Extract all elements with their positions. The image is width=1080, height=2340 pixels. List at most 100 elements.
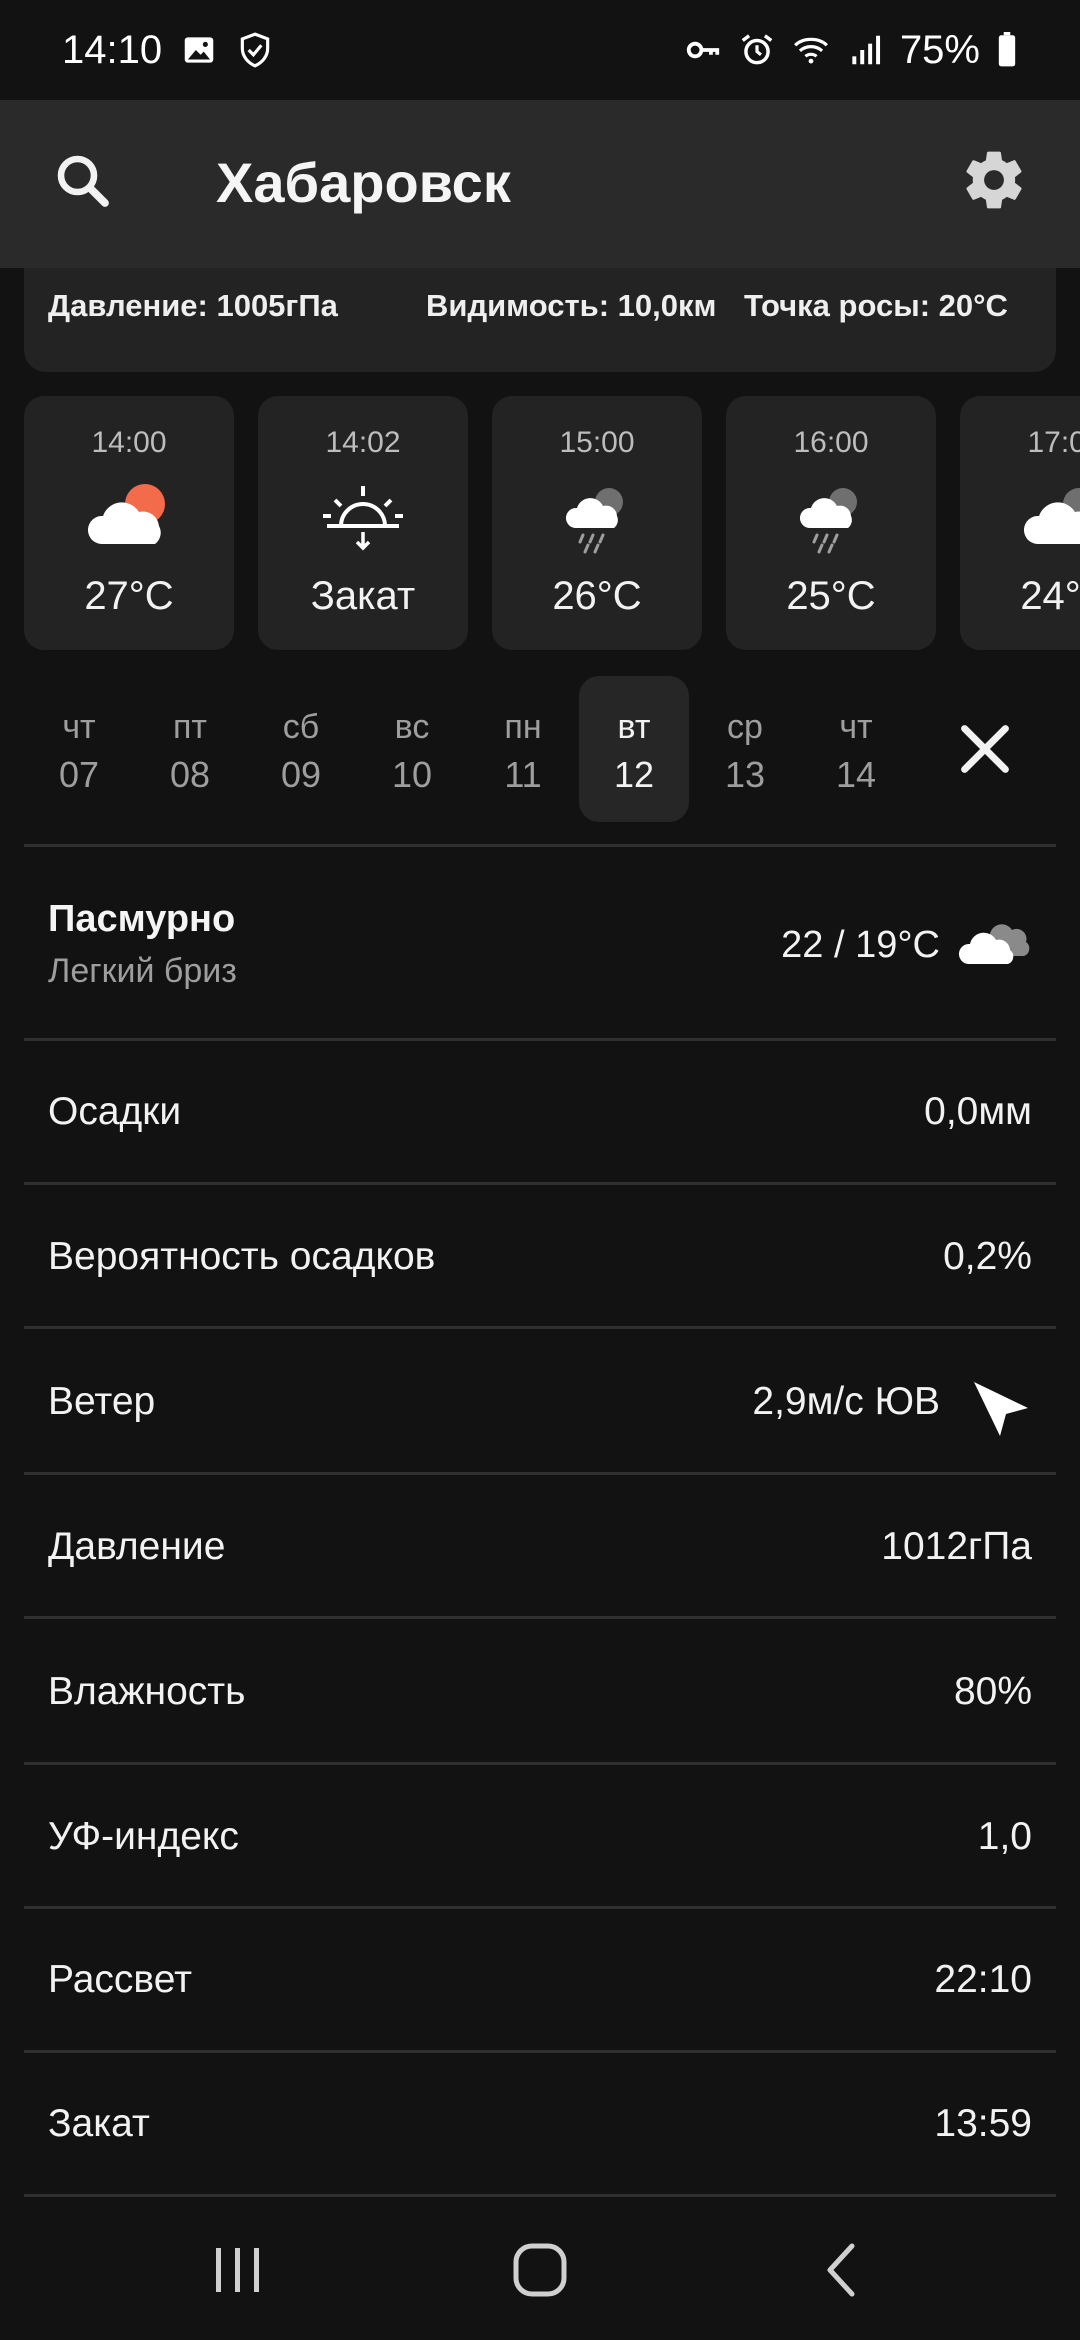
hourly-value: 24°C xyxy=(1020,574,1080,618)
hourly-card[interactable]: 14:02 Закат xyxy=(258,396,468,650)
shield-check-icon xyxy=(240,32,270,68)
wifi-icon xyxy=(793,37,828,64)
day-weekday: чт xyxy=(62,708,96,746)
detail-value: 0,0мм xyxy=(924,1090,1032,1133)
condition-text: Пасмурно xyxy=(48,898,236,940)
detail-label: Закат xyxy=(48,2102,150,2145)
cloud-night-icon xyxy=(1023,488,1080,544)
day-tab[interactable]: ср 13 xyxy=(690,676,800,822)
day-date: 07 xyxy=(58,754,100,795)
day-weekday: чт xyxy=(839,708,873,746)
detail-value: 22:10 xyxy=(934,1958,1032,2001)
detail-label: Влажность xyxy=(48,1670,246,1713)
day-summary: Пасмурно Легкий бриз 22 / 19°C xyxy=(0,848,1080,1038)
day-date: 10 xyxy=(391,754,433,795)
detail-row-humidity: Влажность 80% xyxy=(0,1620,1080,1764)
vpn-key-icon xyxy=(686,41,720,59)
detail-row-precip-probability: Вероятность осадков 0,2% xyxy=(0,1185,1080,1329)
app-bar: Хабаровск xyxy=(0,100,1080,268)
detail-label: Вероятность осадков xyxy=(48,1235,436,1278)
day-date: 14 xyxy=(835,754,877,795)
detail-label: УФ-индекс xyxy=(48,1815,239,1858)
status-bar: 14:10 75% xyxy=(0,0,1080,100)
day-weekday: пт xyxy=(173,708,207,746)
cloud-sun-icon xyxy=(87,484,165,544)
sunset-icon xyxy=(323,486,403,551)
recent-apps-icon[interactable] xyxy=(198,2240,278,2300)
gear-icon[interactable] xyxy=(960,146,1028,214)
home-icon[interactable] xyxy=(500,2240,580,2300)
divider xyxy=(24,1326,1056,1329)
detail-row-wind: Ветер 2,9м/с ЮВ xyxy=(0,1330,1080,1474)
detail-value: 80% xyxy=(953,1670,1032,1713)
detail-value: 2,9м/с ЮВ xyxy=(752,1380,940,1423)
hourly-time: 15:00 xyxy=(559,426,635,459)
day-tab[interactable]: чт 14 xyxy=(801,676,911,822)
hourly-value: 26°C xyxy=(552,574,642,618)
hourly-value: 27°C xyxy=(84,574,174,618)
day-weekday: пн xyxy=(504,708,542,746)
day-date: 12 xyxy=(613,754,655,795)
close-icon[interactable] xyxy=(950,714,1020,784)
search-icon[interactable] xyxy=(50,148,116,214)
hourly-card[interactable]: 16:00 25°C xyxy=(726,396,936,650)
system-nav-bar xyxy=(0,2200,1080,2340)
detail-row-pressure: Давление 1012гПа xyxy=(0,1475,1080,1619)
day-tab[interactable]: вс 10 xyxy=(357,676,467,822)
hourly-card[interactable]: 17:00 24°C xyxy=(960,396,1080,650)
status-time: 14:10 xyxy=(62,27,163,72)
day-date: 13 xyxy=(724,754,766,795)
detail-row-sunset: Закат 13:59 xyxy=(0,2052,1080,2196)
hourly-value: Закат xyxy=(310,574,416,618)
battery-percent: 75% xyxy=(899,27,980,72)
hourly-card[interactable]: 14:00 27°C xyxy=(24,396,234,650)
signal-icon xyxy=(852,35,880,65)
day-weekday: вт xyxy=(617,708,651,746)
dew-point-info: Точка росы: 20°C xyxy=(744,288,1008,323)
day-selector: чт 07 пт 08 сб 09 вс 10 пн 11 вт 12 ср 1… xyxy=(0,676,1080,822)
cloud-rain-night-icon xyxy=(565,488,623,554)
day-date: 11 xyxy=(504,754,542,795)
wind-description: Легкий бриз xyxy=(48,952,237,990)
detail-label: Давление xyxy=(48,1525,226,1568)
day-date: 08 xyxy=(169,754,211,795)
detail-value: 0,2% xyxy=(943,1235,1032,1278)
detail-row-precipitation: Осадки 0,0мм xyxy=(0,1040,1080,1184)
temperature-range: 22 / 19°C xyxy=(781,924,940,966)
hourly-value: 25°C xyxy=(786,574,876,618)
alarm-icon xyxy=(741,34,773,65)
day-date: 09 xyxy=(280,754,322,795)
day-weekday: вс xyxy=(394,708,430,746)
detail-label: Осадки xyxy=(48,1090,182,1133)
day-tab[interactable]: пт 08 xyxy=(135,676,245,822)
divider xyxy=(24,1616,1056,1619)
pressure-info: Давление: 1005гПа xyxy=(48,288,338,323)
day-weekday: сб xyxy=(282,708,320,746)
hourly-card[interactable]: 15:00 26°C xyxy=(492,396,702,650)
cloud-rain-night-icon xyxy=(799,488,857,554)
day-tab[interactable]: сб 09 xyxy=(246,676,356,822)
hourly-time: 14:00 xyxy=(91,426,167,459)
battery-icon xyxy=(998,32,1016,67)
detail-value: 1,0 xyxy=(977,1815,1032,1858)
current-conditions-card: Давление: 1005гПа Видимость: 10,0км Точк… xyxy=(24,268,1056,372)
detail-value: 1012гПа xyxy=(881,1525,1032,1568)
day-tab-selected[interactable]: вт 12 xyxy=(579,676,689,822)
cloud-icon xyxy=(958,924,1030,964)
hourly-forecast[interactable]: 14:00 27°C 14:02 Закат 15:00 26°C 16:00 … xyxy=(0,396,1080,652)
divider xyxy=(24,844,1056,847)
visibility-info: Видимость: 10,0км xyxy=(426,288,717,323)
day-weekday: ср xyxy=(727,708,763,746)
city-title: Хабаровск xyxy=(216,151,511,214)
hourly-time: 14:02 xyxy=(325,426,401,459)
detail-label: Рассвет xyxy=(48,1958,192,2001)
detail-label: Ветер xyxy=(48,1380,156,1423)
hourly-time: 16:00 xyxy=(793,426,869,459)
weather-app-screen: 14:10 75% Хабаровск Давление: 1005гПа Ви… xyxy=(0,0,1080,2340)
divider xyxy=(24,2194,1056,2197)
back-icon[interactable] xyxy=(802,2240,882,2300)
hourly-time: 17:00 xyxy=(1027,426,1080,459)
detail-row-sunrise: Рассвет 22:10 xyxy=(0,1908,1080,2052)
day-tab[interactable]: пн 11 xyxy=(468,676,578,822)
day-tab[interactable]: чт 07 xyxy=(24,676,134,822)
